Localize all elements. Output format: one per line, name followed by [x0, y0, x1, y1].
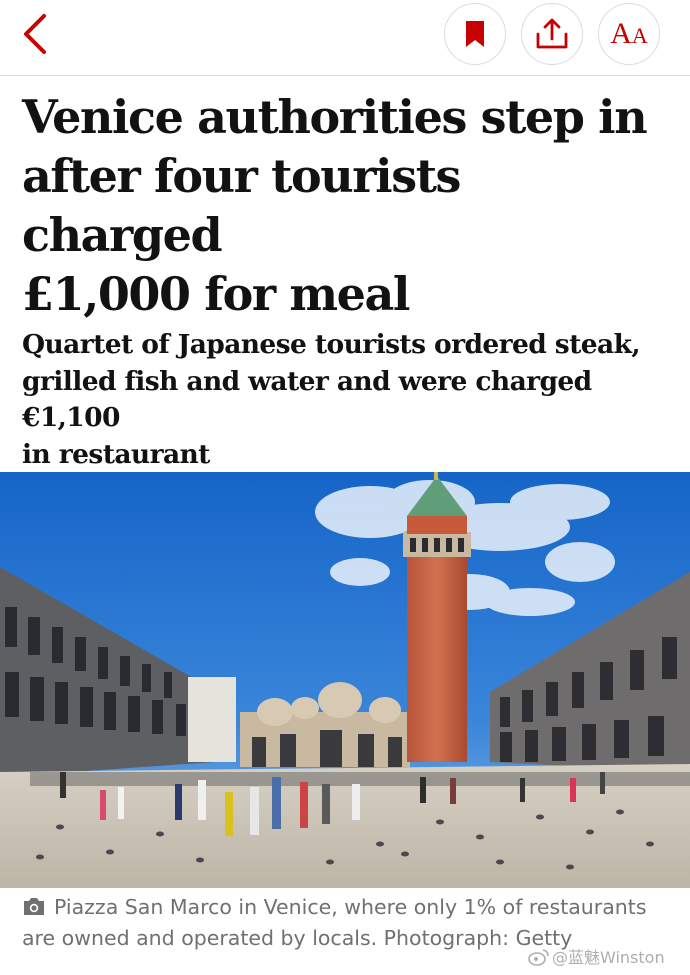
share-button[interactable] [521, 3, 583, 65]
piazza-san-marco-image [0, 472, 690, 888]
caption-line: Piazza San Marco in Venice, where only 1… [22, 892, 682, 923]
watermark-text: @蓝魅Winston [552, 948, 665, 967]
headline: Venice authorities step in after four to… [22, 88, 672, 324]
chevron-left-icon [24, 14, 46, 54]
bookmark-icon [466, 21, 484, 47]
caption-text: Piazza San Marco in Venice, where only 1… [54, 895, 647, 919]
text-size-icon: AA [610, 17, 648, 50]
standfirst: Quartet of Japanese tourists ordered ste… [22, 327, 682, 473]
headline-line: after four tourists charged [22, 149, 461, 262]
watermark: @蓝魅Winston [528, 944, 665, 968]
camera-icon [24, 898, 44, 915]
share-icon [536, 18, 568, 49]
headline-line: Venice authorities step in [22, 90, 648, 144]
main-photo[interactable] [0, 472, 690, 888]
standfirst-line: Quartet of Japanese tourists ordered ste… [22, 329, 641, 360]
back-button[interactable] [14, 10, 58, 58]
text-size-button[interactable]: AA [598, 3, 660, 65]
bookmark-button[interactable] [444, 3, 506, 65]
headline-line: £1,000 for meal [22, 267, 410, 321]
standfirst-line: grilled fish and water and were charged … [22, 365, 592, 434]
standfirst-line: in restaurant [22, 438, 210, 470]
top-toolbar: AA [0, 0, 690, 76]
weibo-logo-icon [528, 949, 549, 966]
